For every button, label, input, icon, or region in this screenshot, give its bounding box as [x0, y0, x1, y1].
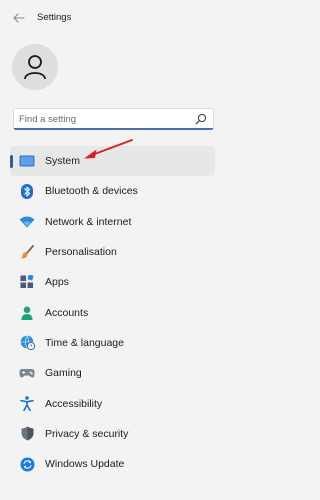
sidebar-item-gaming[interactable]: Gaming	[10, 358, 215, 388]
brush-icon	[19, 244, 35, 260]
sidebar-item-label: Accounts	[45, 306, 89, 319]
sidebar-item-accessibility[interactable]: Accessibility	[10, 388, 215, 418]
sidebar-item-label: Gaming	[45, 367, 82, 380]
apps-icon	[19, 274, 35, 290]
sidebar-item-label: Accessibility	[45, 397, 103, 410]
sidebar-item-privacy-security[interactable]: Privacy & security	[10, 419, 215, 449]
avatar[interactable]	[12, 44, 58, 90]
back-button[interactable]	[10, 10, 28, 26]
sidebar-item-apps[interactable]: Apps	[10, 267, 215, 297]
sidebar-item-time-language[interactable]: Time & language	[10, 328, 215, 358]
sidebar-item-label: Windows Update	[45, 458, 125, 471]
sidebar-item-bluetooth[interactable]: Bluetooth & devices	[10, 176, 215, 206]
sidebar-item-system[interactable]: System	[10, 146, 215, 177]
back-arrow-icon	[13, 13, 25, 23]
sidebar-item-windows-update[interactable]: Windows Update	[10, 449, 215, 479]
sidebar-nav: System Bluetooth & devices Network & int…	[10, 146, 215, 479]
globe-clock-icon	[19, 335, 35, 351]
shield-icon	[19, 426, 35, 442]
update-icon	[19, 456, 35, 472]
sidebar-item-label: Time & language	[45, 336, 124, 349]
window-title: Settings	[37, 12, 72, 23]
user-icon	[24, 55, 46, 80]
bluetooth-icon	[19, 183, 35, 199]
search-box[interactable]	[13, 108, 214, 130]
sidebar-item-label: Personalisation	[45, 246, 117, 259]
sidebar-item-accounts[interactable]: Accounts	[10, 297, 215, 327]
selection-indicator	[10, 155, 13, 168]
sidebar-item-personalisation[interactable]: Personalisation	[10, 237, 215, 267]
sidebar-item-label: Bluetooth & devices	[45, 185, 138, 198]
wifi-icon	[19, 214, 35, 230]
sidebar-item-label: System	[45, 155, 81, 168]
system-icon	[19, 153, 35, 169]
search-input[interactable]	[19, 112, 184, 126]
title-bar: Settings	[0, 0, 243, 38]
accessibility-icon	[19, 396, 35, 412]
sidebar-item-label: Apps	[45, 276, 69, 289]
search-icon[interactable]	[194, 112, 208, 126]
sidebar-item-label: Privacy & security	[45, 427, 129, 440]
person-icon	[19, 305, 35, 321]
sidebar-item-label: Network & internet	[45, 215, 132, 228]
gamepad-icon	[19, 365, 35, 381]
sidebar-item-network[interactable]: Network & internet	[10, 207, 215, 237]
